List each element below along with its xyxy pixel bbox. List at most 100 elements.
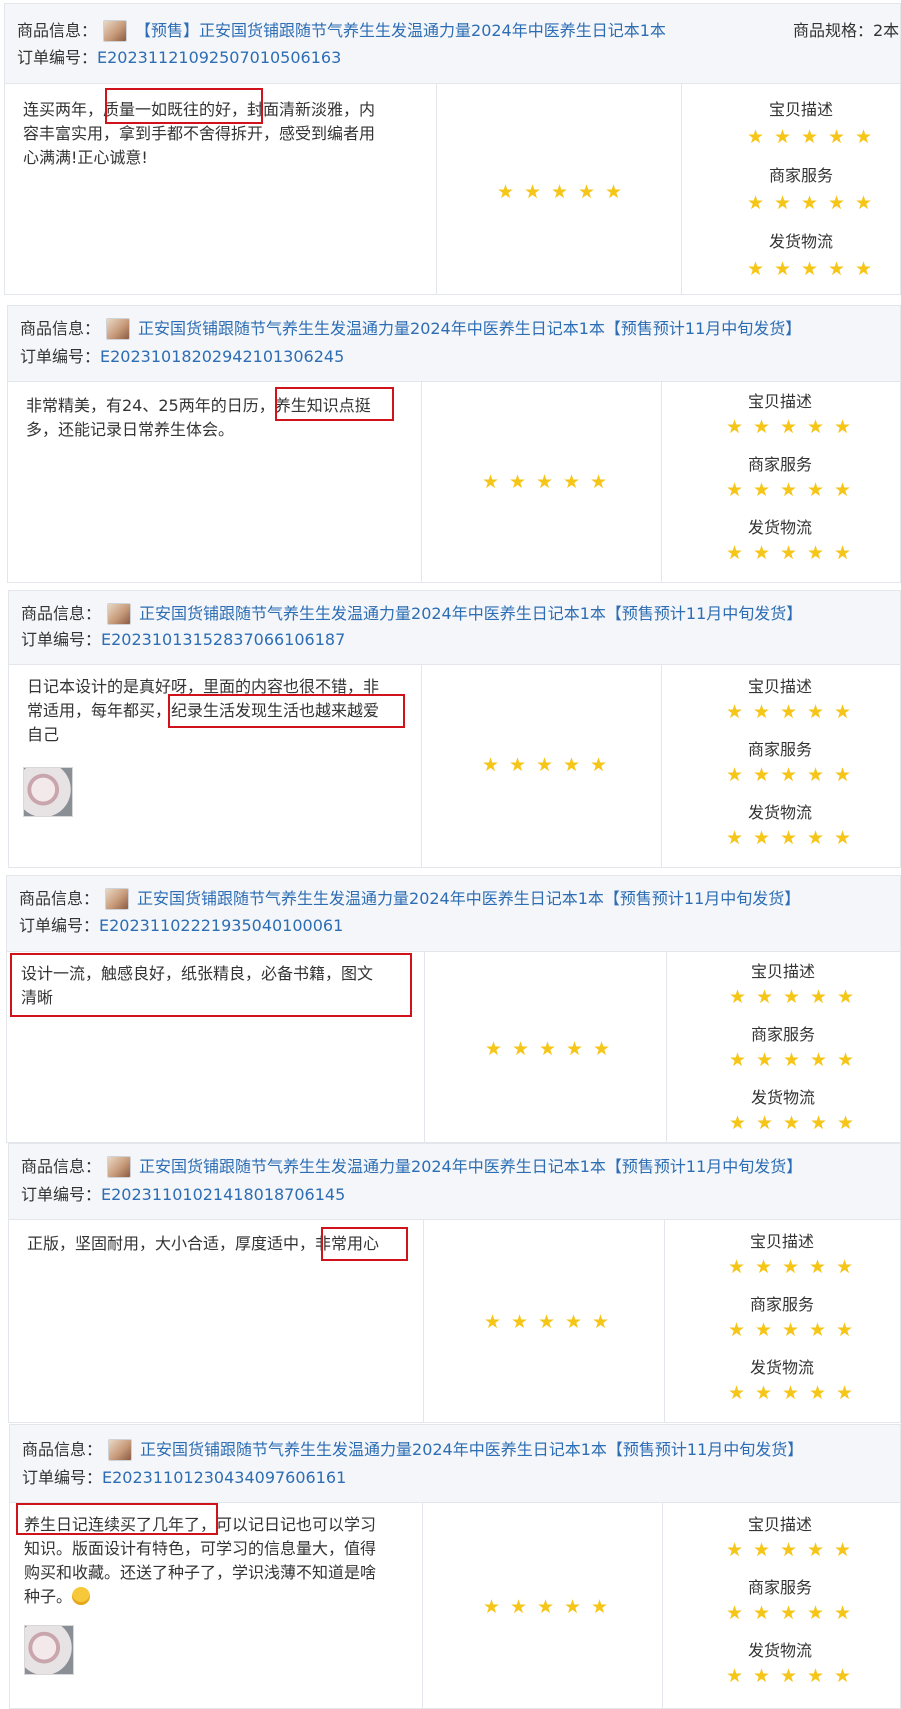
comment-line: 种子。 xyxy=(24,1587,73,1606)
desc-rating-stars: ★ ★ ★ ★ ★ xyxy=(742,127,877,147)
order-number[interactable]: E20231102221935040100061 xyxy=(99,915,343,937)
service-rating-label: 商家服务 xyxy=(748,455,813,474)
desc-rating-stars: ★ ★ ★ ★ ★ xyxy=(721,417,856,437)
star-icon: ★ xyxy=(728,986,747,1008)
star-icon: ★ xyxy=(827,258,846,280)
comment-column: 日记本设计的是真好呀，里面的内容也很不错，非 常适用，每年都买，纪录生活发现生活… xyxy=(9,665,422,867)
logistics-rating-label: 发货物流 xyxy=(750,1358,815,1377)
overall-rating-column: ★ ★ ★ ★ ★ xyxy=(423,1503,663,1708)
comment-column: 连买两年，质量一如既往的好，封面清新淡雅，内 容丰富实用，拿到手都不舍得拆开，感… xyxy=(5,84,437,294)
star-icon: ★ xyxy=(509,1596,528,1618)
overall-rating-stars: ★ ★ ★ ★ ★ xyxy=(478,1597,613,1617)
product-thumbnail[interactable] xyxy=(105,888,130,910)
order-number[interactable]: E20231101021418018706145 xyxy=(101,1184,345,1206)
highlight-box xyxy=(321,1227,408,1261)
star-icon: ★ xyxy=(806,542,825,564)
product-thumbnail[interactable] xyxy=(106,318,131,340)
star-icon: ★ xyxy=(806,1665,825,1687)
desc-rating-label: 宝贝描述 xyxy=(748,392,813,411)
star-icon: ★ xyxy=(535,471,554,493)
star-icon: ★ xyxy=(604,181,623,203)
star-icon: ★ xyxy=(755,986,774,1008)
logistics-rating-stars: ★ ★ ★ ★ ★ xyxy=(721,543,856,563)
logistics-rating-stars: ★ ★ ★ ★ ★ xyxy=(723,1383,858,1403)
star-icon: ★ xyxy=(800,126,819,148)
product-thumbnail[interactable] xyxy=(103,20,128,42)
star-icon: ★ xyxy=(508,471,527,493)
star-icon: ★ xyxy=(779,827,798,849)
logistics-rating-label: 发货物流 xyxy=(751,1088,816,1107)
order-number[interactable]: E20231121092507010506163 xyxy=(97,47,341,69)
product-title-link[interactable]: 正安国货铺跟随节气养生生发温通力量2024年中医养生日记本1本【预售预计11月中… xyxy=(139,603,802,625)
star-icon: ★ xyxy=(827,126,846,148)
review-card: 商品信息： 正安国货铺跟随节气养生生发温通力量2024年中医养生日记本1本【预售… xyxy=(6,875,901,1143)
product-title-link[interactable]: 正安国货铺跟随节气养生生发温通力量2024年中医养生日记本1本【预售预计11月中… xyxy=(139,1156,802,1178)
service-rating-stars: ★ ★ ★ ★ ★ xyxy=(742,193,877,213)
star-icon: ★ xyxy=(836,1049,855,1071)
star-icon: ★ xyxy=(754,1319,773,1341)
comment-column: 正版，坚固耐用，大小合适，厚度适中，非常用心 xyxy=(9,1220,424,1422)
detail-rating-column: 宝贝描述 ★ ★ ★ ★ ★ 商家服务 ★ ★ ★ ★ ★ 发货物流 ★ ★ ★ ★ ★ xyxy=(682,84,900,294)
star-icon: ★ xyxy=(591,1311,610,1333)
star-icon: ★ xyxy=(833,701,852,723)
product-title-link[interactable]: 正安国货铺跟随节气养生生发温通力量2024年中医养生日记本1本【预售预计11月中… xyxy=(137,888,800,910)
star-icon: ★ xyxy=(833,764,852,786)
order-number[interactable]: E20231018202942101306245 xyxy=(100,346,344,368)
detail-rating-column: 宝贝描述 ★ ★ ★ ★ ★ 商家服务 ★ ★ ★ ★ ★ 发货物流 ★ ★ ★ ★ ★ xyxy=(662,665,900,867)
star-icon: ★ xyxy=(854,192,873,214)
review-card: 商品信息： 正安国货铺跟随节气养生生发温通力量2024年中医养生日记本1本【预售… xyxy=(8,1143,901,1423)
star-icon: ★ xyxy=(725,416,744,438)
star-icon: ★ xyxy=(773,192,792,214)
service-rating-label: 商家服务 xyxy=(769,166,834,185)
review-photo[interactable] xyxy=(24,1625,74,1675)
star-icon: ★ xyxy=(725,1602,744,1624)
star-icon: ★ xyxy=(779,542,798,564)
star-icon: ★ xyxy=(562,754,581,776)
product-title-link[interactable]: 正安国货铺跟随节气养生生发温通力量2024年中医养生日记本1本【预售预计11月中… xyxy=(140,1439,803,1461)
logistics-rating-label: 发货物流 xyxy=(748,1641,813,1660)
product-thumbnail[interactable] xyxy=(107,1156,132,1178)
star-icon: ★ xyxy=(809,1112,828,1134)
order-number[interactable]: E20231013152837066106187 xyxy=(101,629,345,651)
product-thumbnail[interactable] xyxy=(107,603,132,625)
star-icon: ★ xyxy=(725,827,744,849)
star-icon: ★ xyxy=(835,1256,854,1278)
star-icon: ★ xyxy=(808,1319,827,1341)
star-icon: ★ xyxy=(725,701,744,723)
star-icon: ★ xyxy=(782,1049,801,1071)
detail-rating-column: 宝贝描述 ★ ★ ★ ★ ★ 商家服务 ★ ★ ★ ★ ★ 发货物流 ★ ★ ★ ★ ★ xyxy=(663,1503,900,1708)
logistics-rating-stars: ★ ★ ★ ★ ★ xyxy=(724,1113,859,1133)
star-icon: ★ xyxy=(781,1256,800,1278)
review-header: 商品信息： 【预售】正安国货铺跟随节气养生生发温通力量2024年中医养生日记本1… xyxy=(5,4,900,84)
star-icon: ★ xyxy=(725,1665,744,1687)
star-icon: ★ xyxy=(752,416,771,438)
overall-rating-stars: ★ ★ ★ ★ ★ xyxy=(480,1039,615,1059)
overall-rating-stars: ★ ★ ★ ★ ★ xyxy=(477,472,612,492)
star-icon: ★ xyxy=(773,126,792,148)
star-icon: ★ xyxy=(833,827,852,849)
product-info-label: 商品信息： xyxy=(21,604,102,623)
review-photo[interactable] xyxy=(23,767,73,817)
star-icon: ★ xyxy=(806,416,825,438)
service-rating-label: 商家服务 xyxy=(750,1295,815,1314)
star-icon: ★ xyxy=(806,827,825,849)
order-number[interactable]: E20231101230434097606161 xyxy=(102,1467,346,1489)
star-icon: ★ xyxy=(809,986,828,1008)
star-icon: ★ xyxy=(592,1038,611,1060)
star-icon: ★ xyxy=(565,1038,584,1060)
review-header: 商品信息： 正安国货铺跟随节气养生生发温通力量2024年中医养生日记本1本【预售… xyxy=(7,876,900,952)
product-info-label: 商品信息： xyxy=(21,1157,102,1176)
product-title-link[interactable]: 正安国货铺跟随节气养生生发温通力量2024年中医养生日记本1本【预售预计11月中… xyxy=(138,318,801,340)
star-icon: ★ xyxy=(781,1382,800,1404)
star-icon: ★ xyxy=(538,1038,557,1060)
product-title-link[interactable]: 【预售】正安国货铺跟随节气养生生发温通力量2024年中医养生日记本1本 xyxy=(135,20,666,42)
star-icon: ★ xyxy=(800,258,819,280)
logistics-rating-stars: ★ ★ ★ ★ ★ xyxy=(742,259,877,279)
comment-line: 购买和收藏。还送了种子了，学识浅薄不知道是啥 xyxy=(24,1563,377,1582)
highlight-box xyxy=(105,88,263,124)
highlight-box xyxy=(16,1503,218,1535)
star-icon: ★ xyxy=(728,1049,747,1071)
desc-rating-label: 宝贝描述 xyxy=(748,1515,813,1534)
order-number-label: 订单编号： xyxy=(22,1468,103,1487)
product-thumbnail[interactable] xyxy=(108,1439,133,1461)
